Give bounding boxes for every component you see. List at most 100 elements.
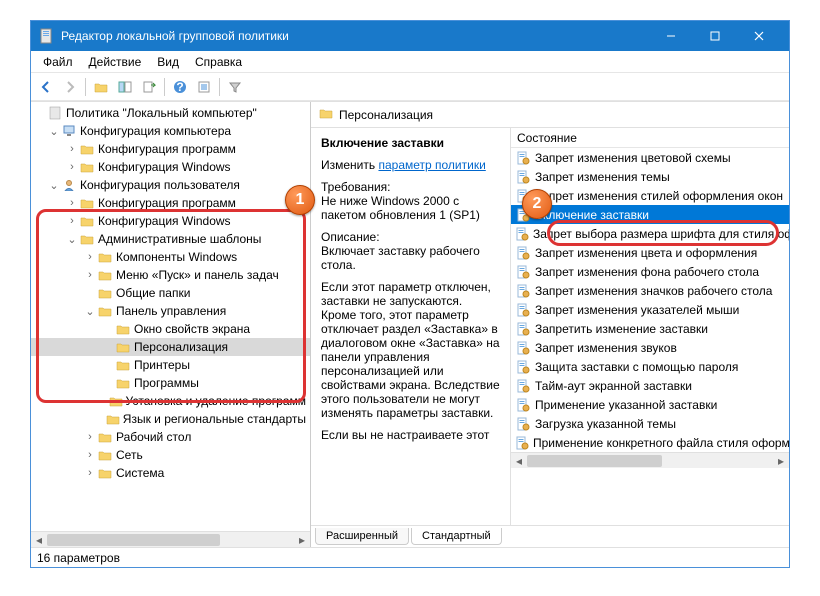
policy-item[interactable]: Запрет изменения стилей оформления окон: [511, 186, 789, 205]
close-button[interactable]: [737, 21, 781, 51]
toolbar-separator: [85, 78, 86, 96]
policy-item[interactable]: Запретить изменение заставки: [511, 319, 789, 338]
policy-item[interactable]: Защита заставки с помощью пароля: [511, 357, 789, 376]
collapse-icon[interactable]: ⌄: [83, 305, 97, 318]
policy-setting-icon: [515, 226, 529, 242]
back-button[interactable]: [35, 76, 57, 98]
expand-icon[interactable]: ›: [65, 161, 79, 173]
policy-item[interactable]: Применение конкретного файла стиля оформ…: [511, 433, 789, 452]
tree-pane[interactable]: Политика "Локальный компьютер" ⌄Конфигур…: [31, 102, 311, 547]
policy-item-label: Запрет изменения значков рабочего стола: [535, 284, 772, 298]
folder-icon: [97, 466, 113, 480]
policy-item[interactable]: Запрет изменения темы: [511, 167, 789, 186]
expand-icon[interactable]: ›: [83, 251, 97, 263]
up-button[interactable]: [90, 76, 112, 98]
tree-item[interactable]: Окно свойств экрана: [31, 320, 310, 338]
policy-item[interactable]: Запрет изменения фона рабочего стола: [511, 262, 789, 281]
tree-item[interactable]: ›Конфигурация Windows: [31, 158, 310, 176]
show-hide-tree-button[interactable]: [114, 76, 136, 98]
tree-item[interactable]: ›Меню «Пуск» и панель задач: [31, 266, 310, 284]
policy-item[interactable]: Запрет выбора размера шрифта для стиля о…: [511, 224, 789, 243]
policy-item[interactable]: Загрузка указанной темы: [511, 414, 789, 433]
client-area: Политика "Локальный компьютер" ⌄Конфигур…: [31, 101, 789, 547]
policy-item[interactable]: Запрет изменения указателей мыши: [511, 300, 789, 319]
tree-item[interactable]: ›Конфигурация программ: [31, 140, 310, 158]
tree-item[interactable]: ›Сеть: [31, 446, 310, 464]
expand-icon[interactable]: ›: [65, 197, 79, 209]
scroll-right-button[interactable]: ▸: [294, 532, 310, 548]
expand-icon[interactable]: ›: [83, 431, 97, 443]
folder-icon: [109, 394, 123, 408]
forward-button[interactable]: [59, 76, 81, 98]
collapse-icon[interactable]: ⌄: [47, 125, 61, 138]
tree-item[interactable]: Установка и удаление программ: [31, 392, 310, 410]
policy-item[interactable]: Запрет изменения звуков: [511, 338, 789, 357]
tree-computer-config[interactable]: ⌄Конфигурация компьютера: [31, 122, 310, 140]
help-button[interactable]: ?: [169, 76, 191, 98]
policy-list[interactable]: Состояние Запрет изменения цветовой схем…: [511, 128, 789, 525]
policy-item-label: Запрет изменения темы: [535, 170, 670, 184]
folder-icon: [115, 358, 131, 372]
policy-item[interactable]: Запрет изменения цвета и оформления: [511, 243, 789, 262]
tree-horizontal-scrollbar[interactable]: ◂ ▸: [31, 531, 310, 547]
folder-icon: [79, 214, 95, 228]
tab-standard[interactable]: Стандартный: [411, 528, 502, 545]
properties-button[interactable]: [193, 76, 215, 98]
export-list-button[interactable]: [138, 76, 160, 98]
scroll-thumb[interactable]: [527, 455, 662, 467]
minimize-button[interactable]: [649, 21, 693, 51]
tree-item[interactable]: ›Система: [31, 464, 310, 482]
list-horizontal-scrollbar[interactable]: ◂ ▸: [511, 452, 789, 468]
policy-item[interactable]: Применение указанной заставки: [511, 395, 789, 414]
policy-setting-icon: [515, 435, 529, 451]
tree-root[interactable]: Политика "Локальный компьютер": [31, 104, 310, 122]
expand-icon[interactable]: ›: [65, 215, 79, 227]
maximize-button[interactable]: [693, 21, 737, 51]
collapse-icon[interactable]: ⌄: [65, 233, 79, 246]
policy-item[interactable]: Тайм-аут экранной заставки: [511, 376, 789, 395]
tree-item[interactable]: ›Компоненты Windows: [31, 248, 310, 266]
expand-icon[interactable]: ›: [83, 269, 97, 281]
tree-user-config[interactable]: ⌄Конфигурация пользователя: [31, 176, 310, 194]
tree-item[interactable]: ›Конфигурация Windows: [31, 212, 310, 230]
folder-icon: [115, 376, 131, 390]
tree-personalization[interactable]: Персонализация: [31, 338, 310, 356]
expand-icon[interactable]: ›: [65, 143, 79, 155]
filter-button[interactable]: [224, 76, 246, 98]
scroll-right-button[interactable]: ▸: [773, 453, 789, 469]
view-tabs: Расширенный Стандартный: [311, 525, 789, 547]
tree-admin-templates[interactable]: ⌄Административные шаблоны: [31, 230, 310, 248]
titlebar[interactable]: Редактор локальной групповой политики: [31, 21, 789, 51]
column-header-state[interactable]: Состояние: [511, 128, 789, 148]
menu-help[interactable]: Справка: [187, 53, 250, 71]
policy-item-label: Включение заставки: [535, 208, 649, 222]
tree-item[interactable]: Программы: [31, 374, 310, 392]
policy-item[interactable]: Включение заставки: [511, 205, 789, 224]
policy-item-label: Запрет изменения цвета и оформления: [535, 246, 757, 260]
tree-item[interactable]: ›Рабочий стол: [31, 428, 310, 446]
expand-icon[interactable]: ›: [83, 467, 97, 479]
policy-item[interactable]: Запрет изменения значков рабочего стола: [511, 281, 789, 300]
folder-icon: [79, 142, 95, 156]
tree-item[interactable]: Язык и региональные стандарты: [31, 410, 310, 428]
policy-item-label: Запрет изменения звуков: [535, 341, 677, 355]
scroll-left-button[interactable]: ◂: [511, 453, 527, 469]
user-icon: [61, 178, 77, 192]
policy-setting-icon: [515, 150, 531, 166]
tab-extended[interactable]: Расширенный: [315, 528, 409, 545]
tree-control-panel[interactable]: ⌄Панель управления: [31, 302, 310, 320]
menu-action[interactable]: Действие: [81, 53, 150, 71]
tree-item[interactable]: ›Конфигурация программ: [31, 194, 310, 212]
edit-policy-link[interactable]: параметр политики: [378, 158, 485, 172]
menu-file[interactable]: Файл: [35, 53, 81, 71]
scroll-thumb[interactable]: [47, 534, 220, 546]
expand-icon[interactable]: ›: [83, 449, 97, 461]
policy-item-label: Запрет изменения указателей мыши: [535, 303, 739, 317]
menu-view[interactable]: Вид: [149, 53, 187, 71]
tree-item[interactable]: Общие папки: [31, 284, 310, 302]
scroll-left-button[interactable]: ◂: [31, 532, 47, 548]
policy-item[interactable]: Запрет изменения цветовой схемы: [511, 148, 789, 167]
right-pane: Персонализация Включение заставки Измени…: [311, 102, 789, 547]
collapse-icon[interactable]: ⌄: [47, 179, 61, 192]
tree-item[interactable]: Принтеры: [31, 356, 310, 374]
